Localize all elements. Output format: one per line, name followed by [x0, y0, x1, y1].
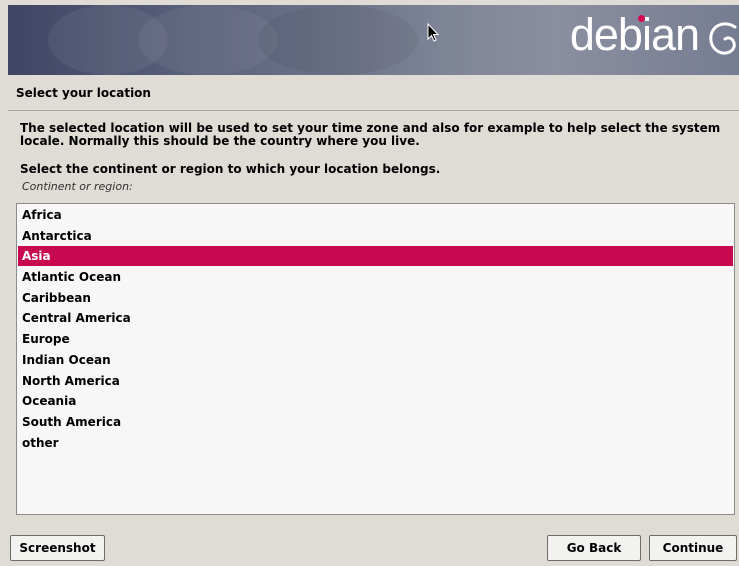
debian-swirl-icon [709, 22, 737, 55]
go-back-button[interactable]: Go Back [547, 535, 641, 561]
region-option[interactable]: Caribbean [18, 288, 733, 308]
debian-logo-dot [638, 15, 645, 22]
region-option[interactable]: Indian Ocean [18, 350, 733, 370]
banner-decoration [138, 5, 278, 75]
region-option[interactable]: North America [18, 371, 733, 391]
region-option[interactable]: Africa [18, 205, 733, 225]
region-list-label: Continent or region: [22, 180, 133, 193]
title-divider [8, 110, 739, 111]
screenshot-button[interactable]: Screenshot [10, 535, 105, 561]
region-option[interactable]: Oceania [18, 391, 733, 411]
region-option[interactable]: Atlantic Ocean [18, 267, 733, 287]
region-option[interactable]: Antarctica [18, 226, 733, 246]
region-option[interactable]: South America [18, 412, 733, 432]
region-option-selected[interactable]: Asia [18, 246, 733, 267]
region-option[interactable]: other [18, 433, 733, 453]
continue-button[interactable]: Continue [649, 535, 737, 561]
debian-logo-text: debian [569, 9, 700, 60]
region-question: Select the continent or region to which … [20, 162, 441, 176]
region-listbox[interactable]: Africa Antarctica Asia Atlantic Ocean Ca… [16, 203, 735, 515]
mouse-cursor-icon [427, 23, 440, 42]
region-option[interactable]: Europe [18, 329, 733, 349]
debian-banner: debian [8, 5, 739, 75]
region-option[interactable]: Central America [18, 308, 733, 328]
page-title: Select your location [16, 86, 151, 100]
location-description: The selected location will be used to se… [20, 121, 721, 148]
banner-decoration [258, 5, 418, 75]
